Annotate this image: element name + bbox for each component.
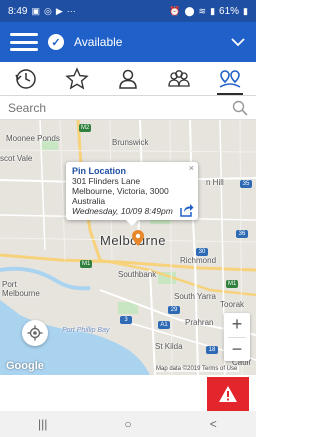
- map-label-southbank: Southbank: [118, 270, 157, 279]
- route-badge-m1-right: M1: [226, 280, 239, 288]
- map-label-port-melbourne: Port Melbourne: [2, 280, 40, 298]
- route-badge-a1: A1: [158, 321, 170, 329]
- popup-title: Pin Location: [72, 166, 126, 176]
- pin-info-popup[interactable]: × Pin Location 301 Flinders Lane Melbour…: [66, 162, 198, 226]
- map-label-south-yarra: South Yarra: [174, 292, 216, 301]
- google-logo: Google: [6, 360, 44, 372]
- gallery-icon: ▣: [31, 5, 40, 16]
- map-label-prahran: Prahran: [185, 318, 214, 327]
- availability-status[interactable]: Available: [74, 35, 230, 49]
- instagram-icon: ◎: [43, 5, 52, 16]
- tab-locations[interactable]: [213, 62, 247, 96]
- warning-icon: [219, 386, 237, 402]
- route-badge-3: 3: [120, 316, 132, 324]
- status-bar: 8:49 ▣ ◎ ▶ ··· ⏰ ⬤ ≋ ▮ 61% ▮: [0, 0, 256, 22]
- map-label-moonee-ponds: Moonee Ponds: [6, 134, 60, 143]
- route-badge-30: 30: [196, 248, 208, 256]
- popup-address-line-3: Australia: [72, 196, 106, 206]
- route-badge-36: 36: [236, 230, 248, 238]
- app-bar: ✓ Available: [0, 22, 256, 62]
- popup-date: Wednesday, 10/09 8:49pm: [72, 206, 173, 216]
- history-icon: [14, 68, 36, 89]
- map-pin-icon[interactable]: [132, 230, 144, 246]
- map-attribution[interactable]: Map data ©2019 Terms of Use: [154, 366, 240, 372]
- location-pins-icon: [219, 69, 241, 88]
- tab-contact[interactable]: [111, 62, 145, 96]
- wifi-icon: ≋: [198, 5, 207, 16]
- zoom-in-button[interactable]: +: [224, 313, 250, 337]
- crosshair-icon: [27, 325, 43, 341]
- group-icon: [168, 69, 190, 87]
- map-label-toorak: Toorak: [220, 300, 245, 309]
- tab-row: [0, 62, 256, 96]
- star-icon: [65, 66, 89, 89]
- map-label-ascot-vale: scot Vale: [0, 154, 33, 163]
- play-icon: ▶: [55, 5, 63, 16]
- route-badge-29: 29: [168, 306, 180, 314]
- route-badge-m1-left: M1: [80, 260, 93, 268]
- system-nav-bar: ||| ○ <: [0, 411, 256, 437]
- map-label-richmond: Richmond: [180, 256, 217, 265]
- zoom-control: + −: [224, 313, 250, 361]
- popup-address-line-2: Melbourne, Victoria, 3000: [72, 186, 169, 196]
- zoom-out-button[interactable]: −: [224, 338, 250, 362]
- route-badge-35: 35: [240, 180, 252, 188]
- tab-favorites[interactable]: [60, 62, 94, 96]
- menu-icon[interactable]: [10, 33, 38, 51]
- tab-groups[interactable]: [162, 62, 196, 96]
- alarm-icon: ⏰: [169, 5, 181, 16]
- battery-icon: ▮: [243, 5, 248, 16]
- check-circle-icon: ✓: [48, 34, 64, 50]
- search-bar: [0, 96, 256, 120]
- recent-apps-button[interactable]: |||: [23, 411, 63, 437]
- alert-button[interactable]: [207, 377, 249, 411]
- route-badge-18: 18: [206, 346, 218, 354]
- search-icon[interactable]: [232, 100, 248, 116]
- status-left: 8:49 ▣ ◎ ▶ ···: [8, 6, 76, 17]
- chevron-down-icon[interactable]: [230, 34, 246, 50]
- map-label-port-phillip-bay: Port Phillip Bay: [62, 327, 110, 334]
- back-button[interactable]: <: [193, 411, 233, 437]
- location-icon: ⬤: [184, 5, 195, 16]
- route-badge-m2: M2: [79, 124, 92, 132]
- home-button[interactable]: ○: [108, 411, 148, 437]
- search-input[interactable]: [8, 100, 232, 115]
- status-time: 8:49: [8, 5, 28, 17]
- map-label-st-kilda: St Kilda: [155, 342, 183, 351]
- close-icon[interactable]: ×: [189, 163, 194, 173]
- signal-icon: ▮: [210, 5, 216, 16]
- battery-level: 61%: [219, 5, 240, 17]
- my-location-button[interactable]: [22, 320, 48, 346]
- popup-address-line-1: 301 Flinders Lane: [72, 176, 141, 186]
- person-icon: [119, 69, 137, 89]
- map-label-n-hill: n Hill: [206, 178, 224, 187]
- status-right: ⏰ ⬤ ≋ ▮ 61% ▮: [169, 6, 248, 17]
- tab-history[interactable]: [9, 62, 43, 96]
- share-icon[interactable]: [180, 203, 194, 217]
- map-label-brunswick: Brunswick: [112, 138, 149, 147]
- more-notifications-icon: ···: [66, 5, 76, 16]
